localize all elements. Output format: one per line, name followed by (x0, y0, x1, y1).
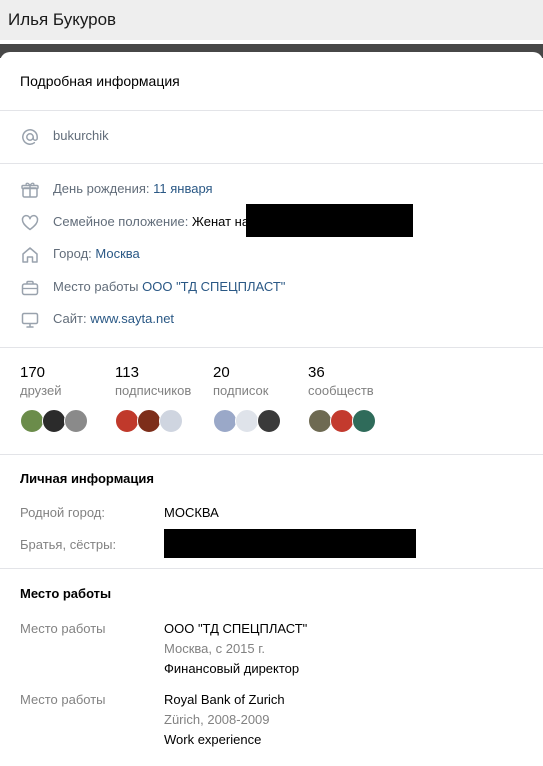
counter-count: 20 (213, 364, 230, 381)
divider (0, 110, 543, 111)
counter-label: друзей (20, 383, 62, 398)
siblings-label: Братья, сёстры: (20, 537, 117, 552)
divider (0, 454, 543, 455)
heart-icon (21, 214, 39, 231)
avatar[interactable] (137, 409, 161, 433)
counter-count: 113 (115, 364, 139, 381)
city-row: Город: Москва (0, 243, 543, 265)
details-title: Подробная информация (20, 73, 180, 89)
counter-subscriptions[interactable]: 20 подписок (213, 364, 268, 398)
redacted-block (246, 204, 413, 237)
hometown-value: МОСКВА (164, 505, 219, 520)
at-sign-icon (22, 129, 38, 145)
divider (0, 347, 543, 348)
family-value: Женат на (191, 214, 250, 229)
work-label: Место работы (53, 279, 143, 294)
monitor-icon (21, 312, 39, 328)
divider (0, 568, 543, 569)
birthday-label: День рождения: (53, 181, 154, 196)
site-label: Сайт: (53, 311, 91, 326)
divider (0, 163, 543, 164)
avatar[interactable] (115, 409, 139, 433)
counter-label: подписок (213, 383, 269, 398)
counter-friends[interactable]: 170 друзей (20, 364, 61, 398)
counter-count: 36 (308, 364, 325, 381)
avatar[interactable] (235, 409, 259, 433)
career-period: Zürich, 2008-2009 (164, 712, 270, 727)
avatar[interactable] (42, 409, 66, 433)
counter-label: подписчиков (115, 383, 192, 398)
career-label: Место работы (20, 692, 106, 707)
career-label: Место работы (20, 621, 106, 636)
hometown-label: Родной город: (20, 505, 105, 520)
avatar[interactable] (352, 409, 376, 433)
counter-followers[interactable]: 113 подписчиков (115, 364, 191, 398)
avatar-placeholder[interactable] (159, 409, 183, 433)
city-label: Город: (53, 246, 96, 261)
birthday-row: День рождения: 11 января (0, 178, 543, 200)
avatar[interactable] (330, 409, 354, 433)
gift-icon (21, 182, 39, 198)
career-company-link[interactable]: ООО "ТД СПЕЦПЛАСТ" (164, 621, 307, 636)
site-link[interactable]: www.sayta.net (90, 311, 174, 326)
friends-avatars[interactable] (20, 409, 92, 433)
counter-count: 170 (20, 364, 46, 381)
birthday-link[interactable]: 11 января (153, 181, 212, 196)
username-row[interactable]: bukurchik (0, 125, 543, 147)
city-link[interactable]: Москва (95, 246, 139, 261)
followers-avatars[interactable] (115, 409, 187, 433)
site-row: Сайт: www.sayta.net (0, 308, 543, 330)
avatar[interactable] (20, 409, 44, 433)
family-label: Семейное положение: (53, 214, 192, 229)
work-row: Место работы ООО "ТД СПЕЦПЛАСТ" (0, 276, 543, 298)
personal-section-title: Личная информация (20, 471, 154, 486)
redacted-block (164, 529, 416, 558)
avatar[interactable] (257, 409, 281, 433)
profile-name-bar: Илья Букуров (0, 0, 543, 40)
subscriptions-avatars[interactable] (213, 409, 285, 433)
career-section-title: Место работы (20, 586, 112, 601)
communities-avatars[interactable] (308, 409, 380, 433)
career-position: Финансовый директор (164, 661, 300, 676)
career-period: Москва, с 2015 г. (164, 641, 266, 656)
briefcase-icon (21, 280, 39, 296)
profile-name: Илья Букуров (8, 10, 117, 29)
avatar[interactable] (213, 409, 237, 433)
avatar[interactable] (64, 409, 88, 433)
username-link[interactable]: bukurchik (53, 128, 109, 143)
counter-communities[interactable]: 36 сообществ (308, 364, 374, 398)
work-link[interactable]: ООО "ТД СПЕЦПЛАСТ" (142, 279, 285, 294)
career-company-link[interactable]: Royal Bank of Zurich (164, 692, 285, 707)
home-icon (22, 247, 38, 263)
counter-label: сообществ (308, 383, 374, 398)
career-position: Work experience (164, 732, 262, 747)
avatar[interactable] (308, 409, 332, 433)
